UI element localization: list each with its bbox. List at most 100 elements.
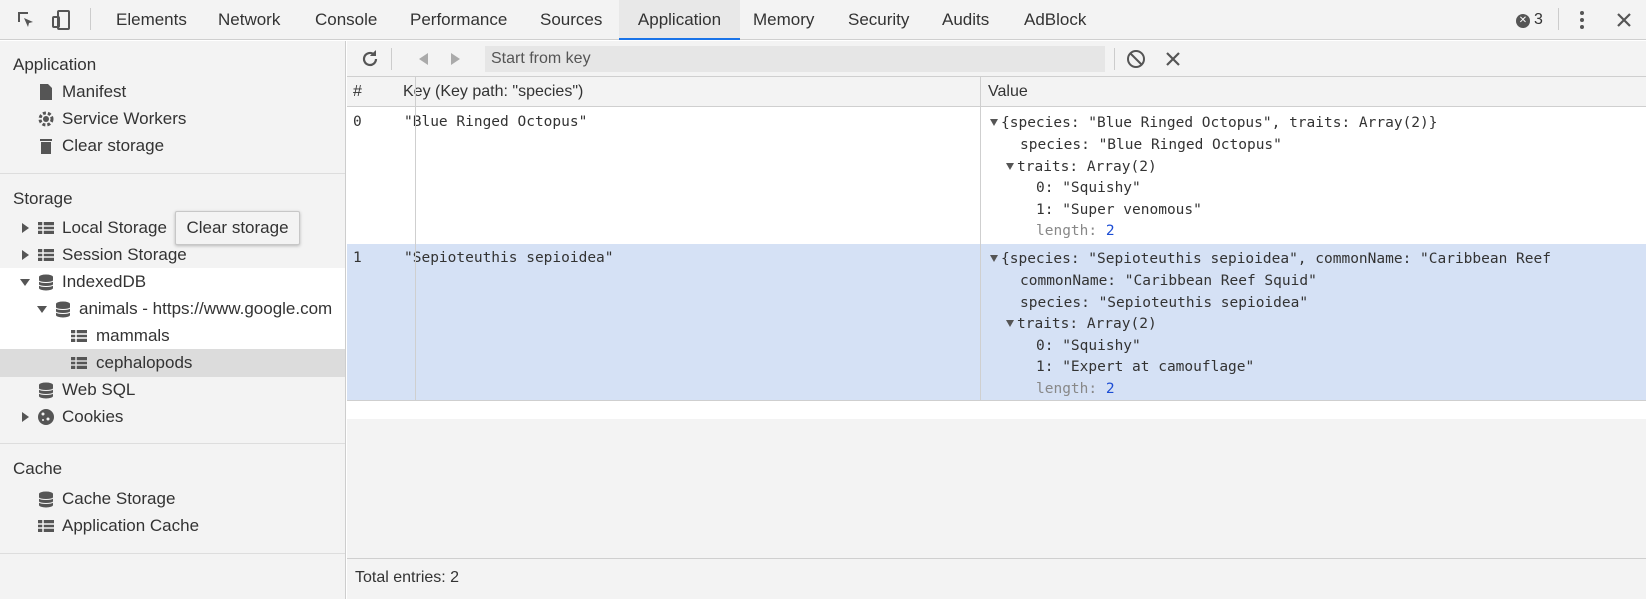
grid-icon — [38, 520, 54, 532]
sidebar-item-label: mammals — [96, 326, 170, 345]
grid-empty-area — [347, 419, 1646, 558]
tab-performance[interactable]: Performance — [410, 0, 507, 40]
value-object-summary[interactable]: {species: "Sepioteuthis sepioidea", comm… — [990, 248, 1551, 270]
cookie-icon — [38, 409, 54, 425]
toolbar-divider — [90, 8, 91, 30]
column-divider[interactable] — [415, 77, 416, 401]
close-devtools-icon[interactable] — [1612, 8, 1636, 32]
sidebar-item-label: Clear storage — [62, 136, 165, 155]
collapse-arrow-icon[interactable] — [20, 277, 30, 287]
value-array-item: 0: "Squishy" — [1036, 338, 1141, 354]
sidebar-item-label: Service Workers — [62, 109, 187, 128]
sidebar-item-mammals[interactable]: mammals — [0, 322, 345, 350]
sidebar-item-label: IndexedDB — [62, 272, 147, 291]
error-counter[interactable]: ✕ 3 — [1516, 10, 1543, 30]
value-array-item: 1: "Expert at camouflage" — [1036, 359, 1255, 375]
file-icon — [40, 84, 52, 100]
sidebar-item-label: Application Cache — [62, 516, 200, 535]
tab-network[interactable]: Network — [218, 0, 280, 40]
sidebar-item-animals-db[interactable]: animals - https://www.google.com — [0, 295, 345, 323]
error-icon: ✕ — [1516, 14, 1530, 28]
toolbar-divider — [391, 48, 392, 70]
refresh-icon[interactable] — [359, 48, 381, 70]
section-title-application: Application — [13, 55, 97, 74]
device-toolbar-icon[interactable] — [50, 8, 74, 32]
expand-arrow-icon[interactable] — [20, 412, 30, 422]
data-grid: # Key (Key path: "species") Value 0 "Blu… — [347, 77, 1646, 455]
grid-icon — [71, 330, 87, 342]
status-bar: Total entries: 2 — [347, 558, 1646, 599]
section-divider — [0, 443, 345, 444]
grid-icon — [38, 249, 54, 261]
sidebar-item-web-sql[interactable]: Web SQL — [0, 376, 345, 404]
collapse-arrow-icon[interactable] — [37, 304, 47, 314]
section-divider — [0, 173, 345, 174]
value-array-length: length: 2 — [1036, 381, 1115, 397]
sidebar-item-label: cephalopods — [96, 353, 193, 372]
error-count: 3 — [1534, 11, 1543, 28]
value-object-summary[interactable]: {species: "Blue Ringed Octopus", traits:… — [990, 112, 1438, 134]
delete-selected-icon[interactable] — [1162, 48, 1184, 70]
table-row[interactable]: 1 "Sepioteuthis sepioidea" {species: "Se… — [347, 244, 1646, 401]
value-property: species: "Blue Ringed Octopus" — [1020, 137, 1282, 153]
database-icon — [38, 382, 54, 399]
sidebar-item-indexeddb[interactable]: IndexedDB — [0, 268, 345, 296]
application-sidebar: Application Manifest Service Workers Cle… — [0, 41, 346, 599]
trash-icon — [40, 139, 52, 154]
tab-audits[interactable]: Audits — [942, 0, 989, 40]
database-icon — [38, 491, 54, 508]
column-header-key[interactable]: Key (Key path: "species") — [397, 77, 583, 107]
tab-application[interactable]: Application — [619, 0, 740, 40]
sidebar-item-label: Manifest — [62, 82, 127, 101]
sidebar-item-label: Cache Storage — [62, 489, 176, 508]
section-divider — [0, 553, 345, 554]
row-index: 0 — [353, 114, 362, 130]
column-header-value[interactable]: Value — [982, 77, 1028, 107]
collapse-triangle-icon[interactable] — [1006, 320, 1014, 327]
gear-icon — [38, 111, 54, 127]
data-grid-header: # Key (Key path: "species") Value — [347, 77, 1646, 107]
table-row[interactable]: 0 "Blue Ringed Octopus" {species: "Blue … — [347, 108, 1646, 244]
database-icon — [55, 301, 71, 318]
section-title-storage: Storage — [13, 189, 73, 208]
tab-memory[interactable]: Memory — [753, 0, 814, 40]
value-property[interactable]: traits: Array(2) — [1006, 156, 1157, 178]
section-title-cache: Cache — [13, 459, 63, 478]
sidebar-item-cookies[interactable]: Cookies — [0, 403, 345, 431]
sidebar-item-cache-storage[interactable]: Cache Storage — [0, 485, 345, 513]
data-view-toolbar — [347, 41, 1646, 77]
sidebar-item-session-storage[interactable]: Session Storage — [0, 241, 345, 269]
sidebar-item-service-workers[interactable]: Service Workers — [0, 105, 345, 133]
sidebar-item-clear-storage[interactable]: Clear storage — [0, 132, 345, 160]
tab-sources[interactable]: Sources — [540, 0, 602, 40]
sidebar-item-cephalopods[interactable]: cephalopods — [0, 349, 345, 377]
collapse-triangle-icon[interactable] — [1006, 163, 1014, 170]
previous-page-icon[interactable] — [413, 48, 435, 70]
tab-security[interactable]: Security — [848, 0, 909, 40]
expand-arrow-icon[interactable] — [20, 223, 30, 233]
tooltip: Clear storage — [175, 211, 300, 245]
clear-object-store-icon[interactable] — [1125, 48, 1147, 70]
tab-adblock[interactable]: AdBlock — [1024, 0, 1086, 40]
collapse-triangle-icon[interactable] — [990, 119, 998, 126]
sidebar-item-label: Session Storage — [62, 245, 187, 264]
collapse-triangle-icon[interactable] — [990, 255, 998, 262]
inspect-element-icon[interactable] — [14, 8, 38, 32]
sidebar-item-label: Cookies — [62, 407, 124, 426]
sidebar-item-manifest[interactable]: Manifest — [0, 78, 345, 106]
value-property[interactable]: traits: Array(2) — [1006, 313, 1157, 335]
tab-elements[interactable]: Elements — [116, 0, 187, 40]
next-page-icon[interactable] — [444, 48, 466, 70]
value-array-length: length: 2 — [1036, 223, 1115, 239]
column-divider[interactable] — [980, 77, 981, 401]
more-options-icon[interactable] — [1575, 8, 1589, 32]
grid-icon — [71, 357, 87, 369]
value-property: commonName: "Caribbean Reef Squid" — [1020, 273, 1317, 289]
expand-arrow-icon[interactable] — [20, 250, 30, 260]
value-property: species: "Sepioteuthis sepioidea" — [1020, 295, 1309, 311]
start-from-key-input[interactable] — [485, 46, 1105, 72]
devtools-toolbar: Elements Network Console Performance Sou… — [0, 0, 1646, 40]
tab-console[interactable]: Console — [315, 0, 377, 40]
column-header-index[interactable]: # — [347, 77, 362, 107]
sidebar-item-application-cache[interactable]: Application Cache — [0, 512, 345, 540]
